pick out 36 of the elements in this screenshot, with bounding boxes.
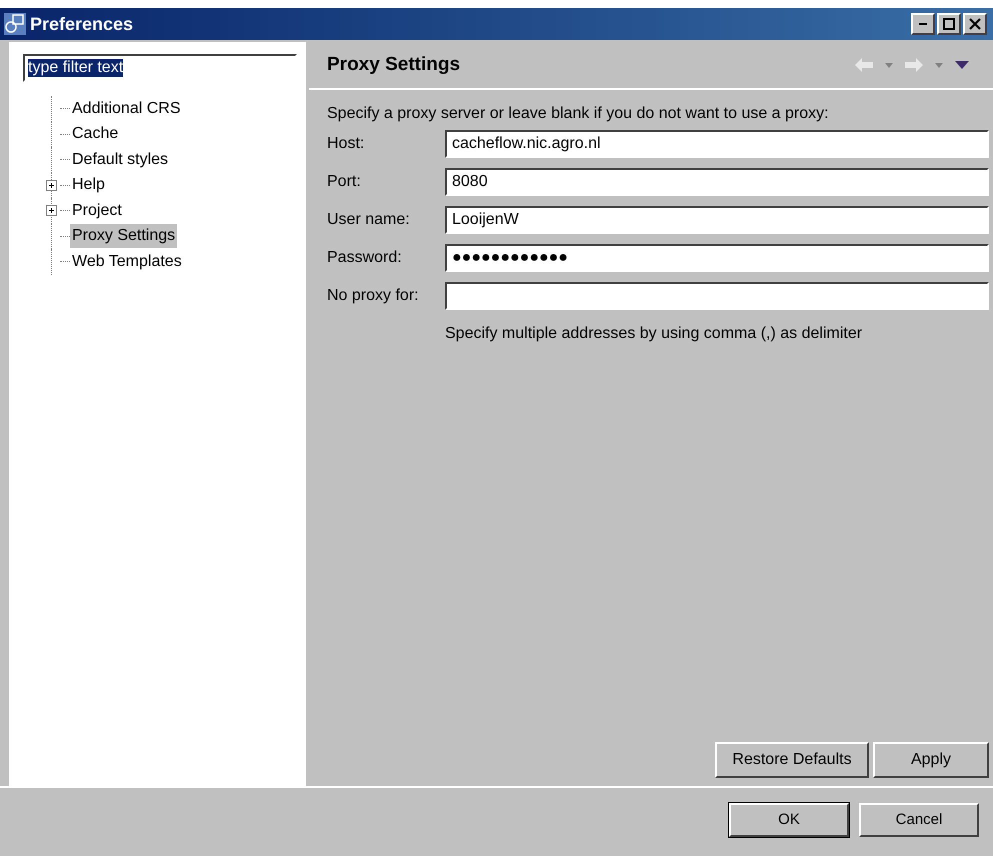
input-field[interactable] <box>445 282 989 310</box>
menu-caret-icon[interactable] <box>955 61 969 69</box>
expand-icon[interactable] <box>46 180 57 191</box>
field-label: Password: <box>327 248 403 268</box>
expand-icon[interactable] <box>46 205 57 216</box>
field-label: Port: <box>327 172 362 192</box>
tree-item[interactable]: Additional CRS <box>70 96 182 121</box>
apply-button[interactable]: Apply <box>873 742 989 778</box>
close-icon <box>969 18 981 30</box>
tree-item[interactable]: Cache <box>70 122 120 146</box>
input-field[interactable]: LooijenW <box>445 206 989 234</box>
field-label: User name: <box>327 210 411 230</box>
minimize-button[interactable] <box>911 13 935 35</box>
maximize-icon <box>943 18 955 30</box>
page-title: Proxy Settings <box>327 52 460 77</box>
app-icon <box>4 13 26 35</box>
window-title: Preferences <box>30 12 134 36</box>
restore-defaults-button[interactable]: Restore Defaults <box>715 742 869 778</box>
field-label: Host: <box>327 134 366 154</box>
close-button[interactable] <box>963 13 987 35</box>
intro-text: Specify a proxy server or leave blank if you do not want to use a proxy: <box>327 104 830 124</box>
tree-item[interactable]: Proxy Settings <box>70 224 178 248</box>
input-field[interactable]: 8080 <box>445 168 989 196</box>
tree-item[interactable]: Default styles <box>70 148 170 172</box>
dialog-button[interactable]: Cancel <box>859 803 979 837</box>
minimize-icon <box>919 23 927 25</box>
maximize-button[interactable] <box>937 13 961 35</box>
tree-item[interactable]: Project <box>70 198 124 223</box>
input-field[interactable]: cacheflow.nic.agro.nl <box>445 130 989 158</box>
tree-item[interactable]: Help <box>70 173 107 198</box>
filter-field[interactable]: type filter text <box>23 54 297 82</box>
ok-button[interactable]: OK <box>729 803 849 837</box>
input-field[interactable]: ●●●●●●●●●●●● <box>445 244 989 272</box>
field-label: No proxy for: <box>327 286 420 306</box>
tree-item[interactable]: Web Templates <box>70 250 184 274</box>
hint-text: Specify multiple addresses by using comma (,) as delimiter <box>445 324 864 344</box>
